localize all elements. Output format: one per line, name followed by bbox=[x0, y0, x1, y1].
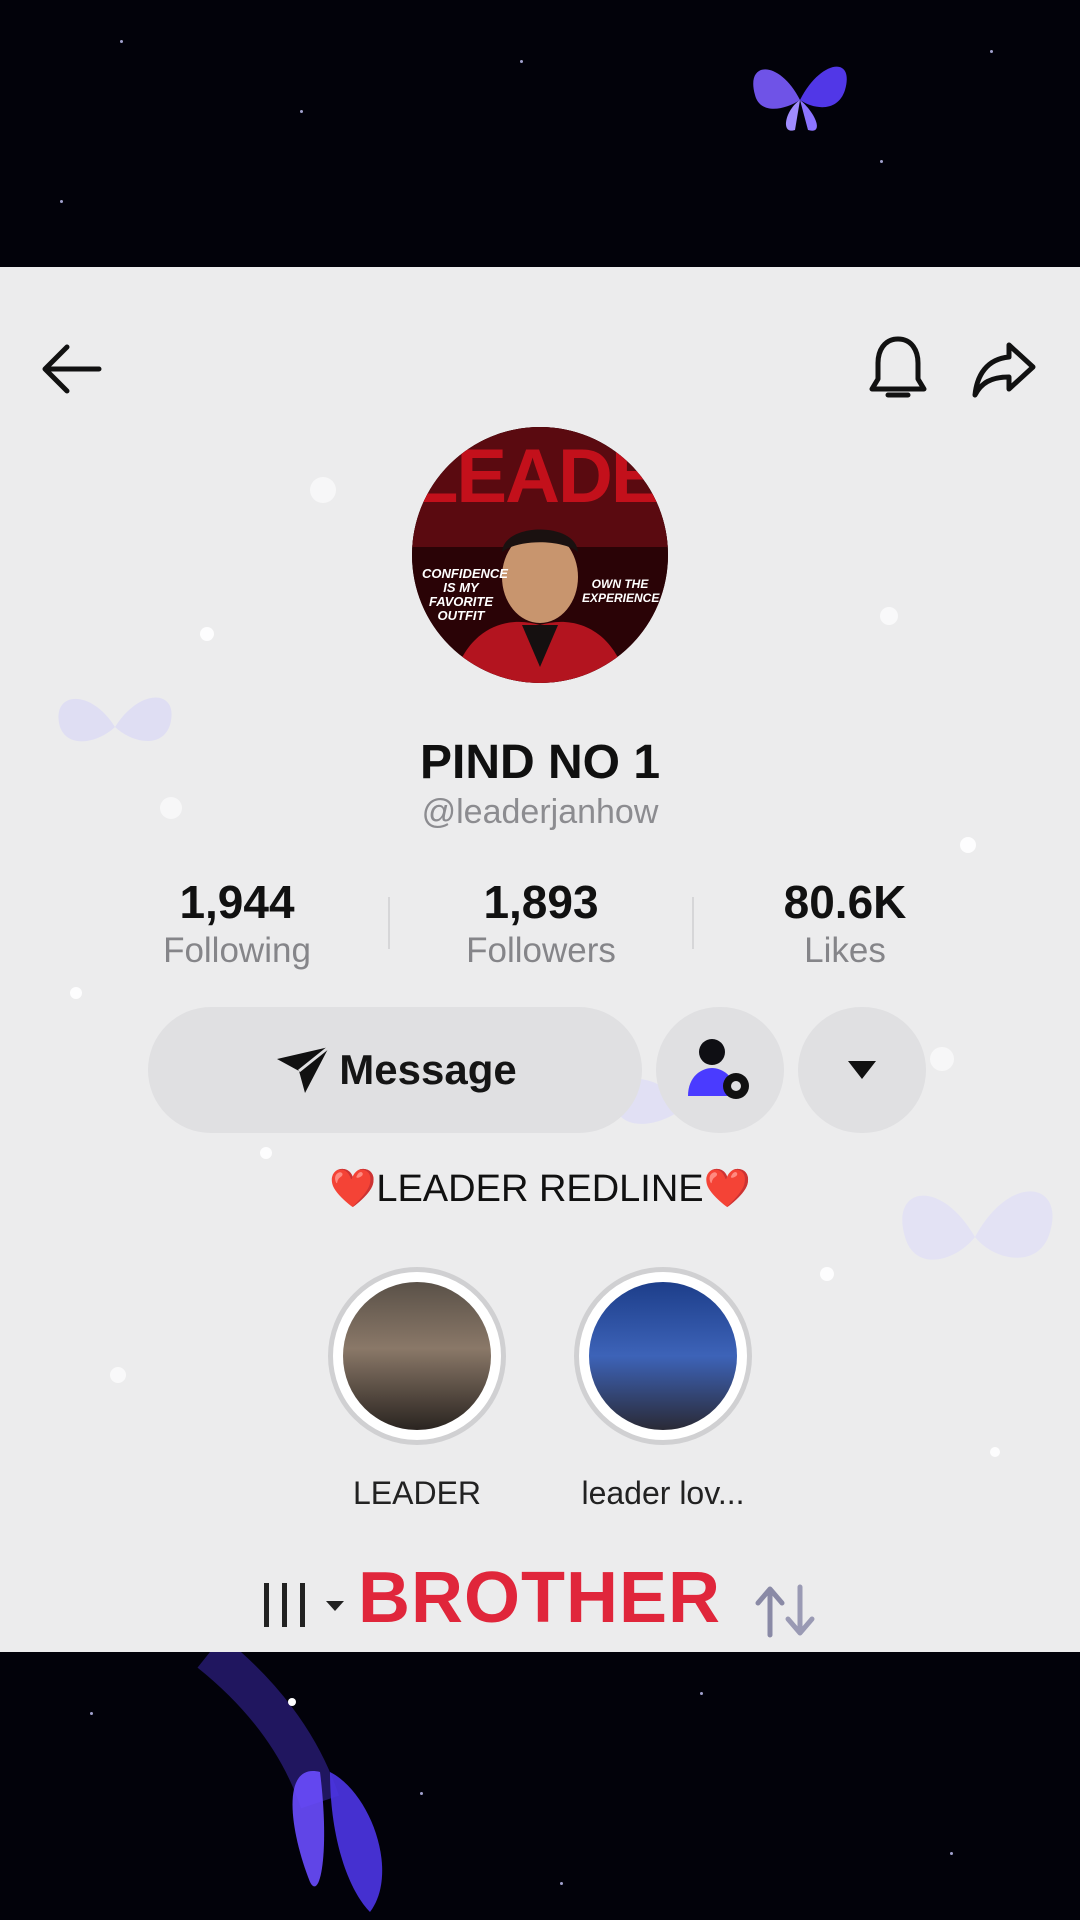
stat-followers[interactable]: 1,893 Followers bbox=[416, 875, 666, 973]
stat-value: 1,944 bbox=[179, 876, 295, 928]
stat-value: 80.6K bbox=[783, 876, 907, 928]
back-arrow-icon bbox=[42, 344, 102, 394]
avatar-headline: LEADER bbox=[412, 434, 668, 519]
stat-label: Followers bbox=[466, 931, 616, 970]
highlight-item[interactable]: leader lov... bbox=[568, 1267, 758, 1512]
stat-divider bbox=[692, 897, 694, 949]
butterfly-icon bbox=[197, 1652, 383, 1912]
notification-button[interactable] bbox=[858, 327, 938, 411]
message-label: Message bbox=[339, 1046, 517, 1093]
overlay-caption: BROTHER bbox=[358, 1558, 721, 1638]
highlight-label: leader lov... bbox=[581, 1475, 745, 1511]
avatar-left-text: CONFIDENCE IS MY FAVORITE OUTFIT bbox=[422, 566, 508, 623]
more-dropdown-button[interactable] bbox=[798, 1007, 926, 1133]
send-icon bbox=[277, 1045, 331, 1093]
highlight-item[interactable]: LEADER bbox=[322, 1267, 512, 1512]
profile-panel: LEADER CONFIDENCE IS MY FAVORITE OUTFIT … bbox=[0, 267, 1080, 1652]
highlight-ring bbox=[328, 1267, 506, 1445]
username: @leaderjanhow bbox=[421, 793, 659, 831]
profile-bio: ❤️LEADER REDLINE❤️ bbox=[329, 1168, 751, 1210]
stat-likes[interactable]: 80.6K Likes bbox=[720, 875, 970, 973]
stat-value: 1,893 bbox=[483, 876, 599, 928]
dropdown-arrow-icon bbox=[848, 1061, 876, 1079]
highlight-thumbnail bbox=[589, 1282, 737, 1430]
avatar-right-text: OWN THE EXPERIENCE bbox=[582, 577, 660, 605]
share-button[interactable] bbox=[962, 327, 1046, 411]
add-friend-button[interactable] bbox=[656, 1007, 784, 1133]
top-background-band bbox=[0, 0, 1080, 267]
stat-label: Likes bbox=[804, 931, 886, 970]
sort-icon[interactable] bbox=[752, 1583, 822, 1639]
add-friend-icon bbox=[688, 1039, 749, 1099]
stat-divider bbox=[388, 897, 390, 949]
highlight-ring bbox=[574, 1267, 752, 1445]
highlight-label: LEADER bbox=[352, 1475, 482, 1511]
highlight-thumbnail bbox=[343, 1282, 491, 1430]
overlay-caption-row: BROTHER bbox=[0, 1557, 1080, 1647]
bell-icon bbox=[869, 336, 927, 398]
bars-icon[interactable] bbox=[262, 1579, 348, 1631]
display-name: PIND NO 1 bbox=[419, 736, 661, 789]
butterfly-icon bbox=[753, 66, 847, 131]
bottom-background-band bbox=[0, 1652, 1080, 1920]
share-icon bbox=[972, 342, 1036, 398]
stat-following[interactable]: 1,944 Following bbox=[112, 875, 362, 973]
back-button[interactable] bbox=[28, 327, 112, 411]
message-button[interactable]: Message bbox=[148, 1007, 642, 1133]
stat-label: Following bbox=[163, 931, 311, 970]
profile-avatar[interactable]: LEADER CONFIDENCE IS MY FAVORITE OUTFIT … bbox=[412, 427, 668, 683]
